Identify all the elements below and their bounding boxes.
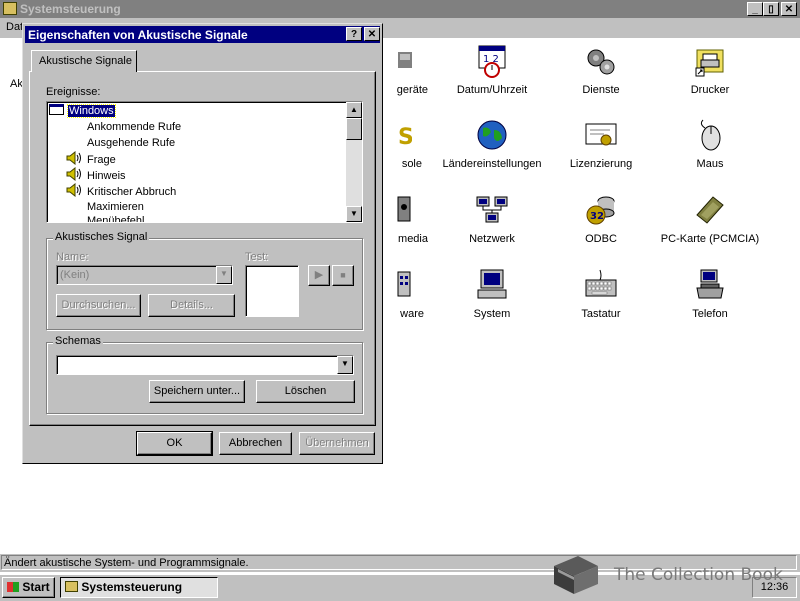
scroll-thumb[interactable] xyxy=(346,118,362,140)
stop-icon[interactable]: ■ xyxy=(332,265,354,286)
window-titlebar[interactable]: Systemsteuerung _ ▯ ✕ xyxy=(0,0,800,18)
mouse-icon xyxy=(700,119,721,151)
speaker-icon xyxy=(66,182,81,198)
maximize-button[interactable]: ▯ xyxy=(763,2,779,16)
list-item[interactable]: Ausgehende Rufe xyxy=(87,135,175,151)
cp-item-maus[interactable]: Maus xyxy=(655,118,765,170)
cp-item-datum-uhrzeit[interactable]: 1 2 Datum/Uhrzeit xyxy=(437,44,547,96)
list-item[interactable]: Menübefehl xyxy=(87,213,145,222)
tab-akustische-signale[interactable]: Akustische Signale xyxy=(31,50,137,72)
list-item[interactable]: Ankommende Rufe xyxy=(87,119,181,135)
list-item[interactable]: Frage xyxy=(65,150,116,167)
printer-folder-icon xyxy=(695,49,724,77)
delete-button[interactable]: Löschen xyxy=(256,380,355,403)
cancel-button[interactable]: Abbrechen xyxy=(219,432,292,455)
dialog-title: Eigenschaften von Akustische Signale xyxy=(28,28,248,42)
watermark-text: The Collection Book xyxy=(614,565,783,585)
globe-icon xyxy=(477,120,507,150)
calendar-clock-icon: 1 2 xyxy=(478,45,506,78)
cp-item-tastatur[interactable]: Tastatur xyxy=(546,268,656,320)
scheme-select[interactable]: ▼ xyxy=(56,355,354,375)
cp-item-pc-karte[interactable]: PC-Karte (PCMCIA) xyxy=(655,193,765,245)
hardware-icon xyxy=(397,271,411,297)
cp-item-system[interactable]: System xyxy=(437,268,547,320)
events-list[interactable]: Windows Ankommende Rufe Ausgehende Rufe … xyxy=(46,101,363,223)
status-text: Ändert akustische System- und Programmsi… xyxy=(4,557,249,569)
list-item[interactable]: Kritischer Abbruch xyxy=(65,182,176,199)
cp-item-laendereinstellungen[interactable]: Ländereinstellungen xyxy=(437,118,547,170)
cp-item-telefon[interactable]: Telefon xyxy=(655,268,765,320)
list-item[interactable]: Windows xyxy=(49,103,116,119)
watermark: The Collection Book xyxy=(548,552,798,598)
close-button[interactable]: ✕ xyxy=(781,2,797,16)
console-icon: S xyxy=(398,125,414,150)
windows-logo-icon xyxy=(7,582,20,592)
test-preview xyxy=(245,265,299,317)
control-panel-icon xyxy=(65,581,78,592)
scroll-down-icon[interactable]: ▼ xyxy=(346,206,362,222)
hidden-item-label: Ak xyxy=(10,78,23,90)
sound-name-select[interactable]: (Kein) ▼ xyxy=(56,265,233,285)
telephone-icon xyxy=(696,269,724,299)
chevron-down-icon[interactable]: ▼ xyxy=(216,266,232,284)
save-as-button[interactable]: Speichern unter... xyxy=(149,380,245,403)
play-icon[interactable]: ▶ xyxy=(308,265,330,286)
multimedia-icon xyxy=(397,196,411,222)
speaker-icon xyxy=(66,166,81,182)
sound-group-label: Akustisches Signal xyxy=(53,231,150,243)
help-button[interactable]: ? xyxy=(346,27,362,41)
certificate-icon xyxy=(585,123,617,146)
details-button[interactable]: Details... xyxy=(148,294,235,317)
events-label: Ereignisse: xyxy=(46,86,101,98)
cp-item-netzwerk[interactable]: Netzwerk xyxy=(437,193,547,245)
cp-item-odbc[interactable]: 32 ODBC xyxy=(546,193,656,245)
control-panel-icon xyxy=(3,2,17,15)
odbc-icon: 32 xyxy=(586,196,615,225)
menu-file[interactable]: Dat xyxy=(6,21,23,33)
network-icon xyxy=(476,196,508,223)
scroll-up-icon[interactable]: ▲ xyxy=(346,102,362,118)
test-label: Test: xyxy=(245,251,269,263)
minimize-button[interactable]: _ xyxy=(747,2,763,16)
computer-icon xyxy=(477,269,507,299)
start-button[interactable]: Start xyxy=(2,577,55,598)
list-item[interactable]: Hinweis xyxy=(65,166,126,183)
dialog-titlebar[interactable]: Eigenschaften von Akustische Signale ? ✕ xyxy=(25,26,380,43)
schemes-group-label: Schemas xyxy=(53,335,103,347)
window-icon xyxy=(49,104,64,115)
task-systemsteuerung[interactable]: Systemsteuerung xyxy=(60,577,218,598)
svg-text:S: S xyxy=(398,125,412,150)
browse-button[interactable]: Durchsuchen... xyxy=(56,294,141,317)
book-icon xyxy=(554,556,598,594)
sound-properties-dialog: Eigenschaften von Akustische Signale ? ✕… xyxy=(22,23,383,464)
speaker-icon xyxy=(66,150,81,166)
name-label: Name: xyxy=(56,251,89,263)
cp-item-lizenzierung[interactable]: Lizenzierung xyxy=(546,118,656,170)
keyboard-icon xyxy=(585,269,617,297)
events-scrollbar[interactable]: ▲ ▼ xyxy=(346,102,362,222)
cp-item-dienste[interactable]: Dienste xyxy=(546,44,656,96)
apply-button[interactable]: Übernehmen xyxy=(299,432,375,455)
schemes-group: Schemas xyxy=(46,335,363,414)
gears-icon xyxy=(587,49,615,75)
dialog-close-button[interactable]: ✕ xyxy=(364,27,380,41)
window-title: Systemsteuerung xyxy=(20,2,121,16)
svg-text:32: 32 xyxy=(590,211,604,222)
pc-card-icon xyxy=(696,196,724,224)
ok-button[interactable]: OK xyxy=(136,431,213,456)
cp-item-drucker[interactable]: Drucker xyxy=(655,44,765,96)
printer-device-icon xyxy=(398,52,412,68)
chevron-down-icon[interactable]: ▼ xyxy=(337,356,353,374)
